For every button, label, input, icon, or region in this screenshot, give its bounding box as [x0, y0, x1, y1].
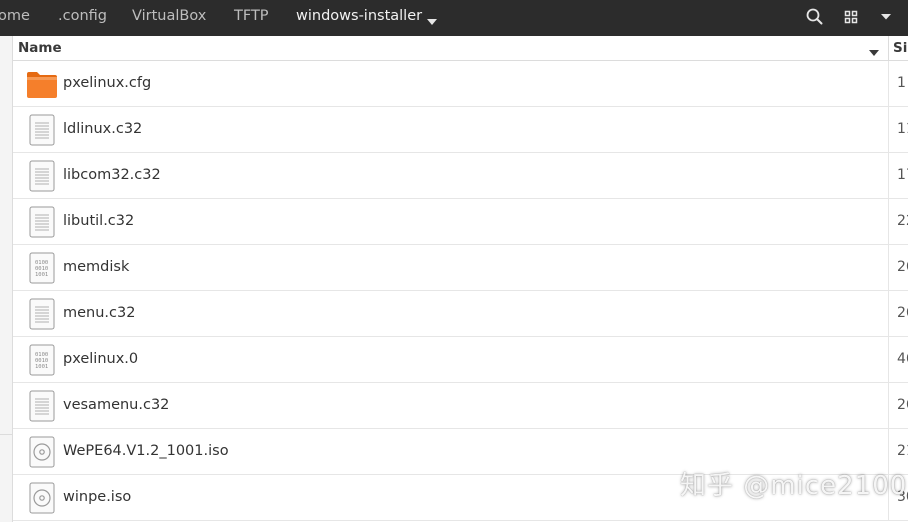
file-size: 26: [897, 305, 908, 321]
file-size: 17: [897, 167, 908, 183]
column-header: Name Si: [13, 36, 908, 61]
file-size: 46: [897, 351, 908, 367]
file-row[interactable]: 0100 0010 1001 memdisk 26: [13, 245, 908, 291]
column-size-header[interactable]: Si: [893, 36, 907, 60]
text-file-icon: [26, 206, 58, 238]
column-name-header[interactable]: Name: [18, 36, 62, 60]
file-row[interactable]: vesamenu.c32 26: [13, 383, 908, 429]
file-row[interactable]: menu.c32 26: [13, 291, 908, 337]
view-grid-icon[interactable]: [839, 6, 863, 28]
text-file-icon: [26, 298, 58, 330]
sidebar-edge: [0, 36, 13, 522]
file-name: pxelinux.0: [63, 351, 139, 367]
file-name: libcom32.c32: [63, 167, 161, 183]
file-name: pxelinux.cfg: [63, 75, 152, 91]
chevron-down-icon[interactable]: [874, 6, 898, 28]
binary-file-icon: 0100 0010 1001: [26, 344, 58, 376]
file-name: libutil.c32: [63, 213, 135, 229]
crumb-virtualbox[interactable]: VirtualBox: [132, 0, 206, 36]
file-size: 11: [897, 121, 908, 137]
sidebar-divider: [0, 434, 12, 435]
file-row[interactable]: pxelinux.cfg 1: [13, 61, 908, 107]
folder-icon: [26, 68, 58, 100]
sort-descending-icon[interactable]: [868, 43, 880, 62]
file-name: ldlinux.c32: [63, 121, 143, 137]
crumb-home[interactable]: ome: [0, 0, 30, 36]
file-name: vesamenu.c32: [63, 397, 170, 413]
file-name: WePE64.V1.2_1001.iso: [63, 443, 229, 459]
text-file-icon: [26, 114, 58, 146]
file-row[interactable]: ldlinux.c32 11: [13, 107, 908, 153]
file-size: 26: [897, 397, 908, 413]
svg-text:1001: 1001: [35, 272, 48, 278]
file-name: memdisk: [63, 259, 130, 275]
path-bar: ome .config VirtualBox TFTP windows-inst…: [0, 0, 908, 36]
crumb-windows-installer[interactable]: windows-installer: [296, 0, 422, 36]
text-file-icon: [26, 390, 58, 422]
svg-text:1001: 1001: [35, 364, 48, 370]
file-name: menu.c32: [63, 305, 136, 321]
column-separator[interactable]: [888, 36, 889, 60]
disc-image-icon: [26, 482, 58, 514]
binary-file-icon: 0100 0010 1001: [26, 252, 58, 284]
file-row[interactable]: 0100 0010 1001 pxelinux.0 46: [13, 337, 908, 383]
crumb-tftp[interactable]: TFTP: [234, 0, 269, 36]
file-size: 22: [897, 213, 908, 229]
disc-image-icon: [26, 436, 58, 468]
search-icon[interactable]: [803, 6, 827, 28]
text-file-icon: [26, 160, 58, 192]
file-row[interactable]: libcom32.c32 17: [13, 153, 908, 199]
file-row[interactable]: libutil.c32 22: [13, 199, 908, 245]
file-size: 1: [897, 75, 906, 91]
chevron-down-icon[interactable]: [426, 12, 438, 31]
crumb-config[interactable]: .config: [58, 0, 107, 36]
file-name: winpe.iso: [63, 489, 132, 505]
file-list: pxelinux.cfg 1 ldlinux.c32 11 libcom32.c…: [13, 61, 908, 522]
watermark: 知乎 @mice2100: [680, 471, 908, 501]
file-size: 26: [897, 259, 908, 275]
